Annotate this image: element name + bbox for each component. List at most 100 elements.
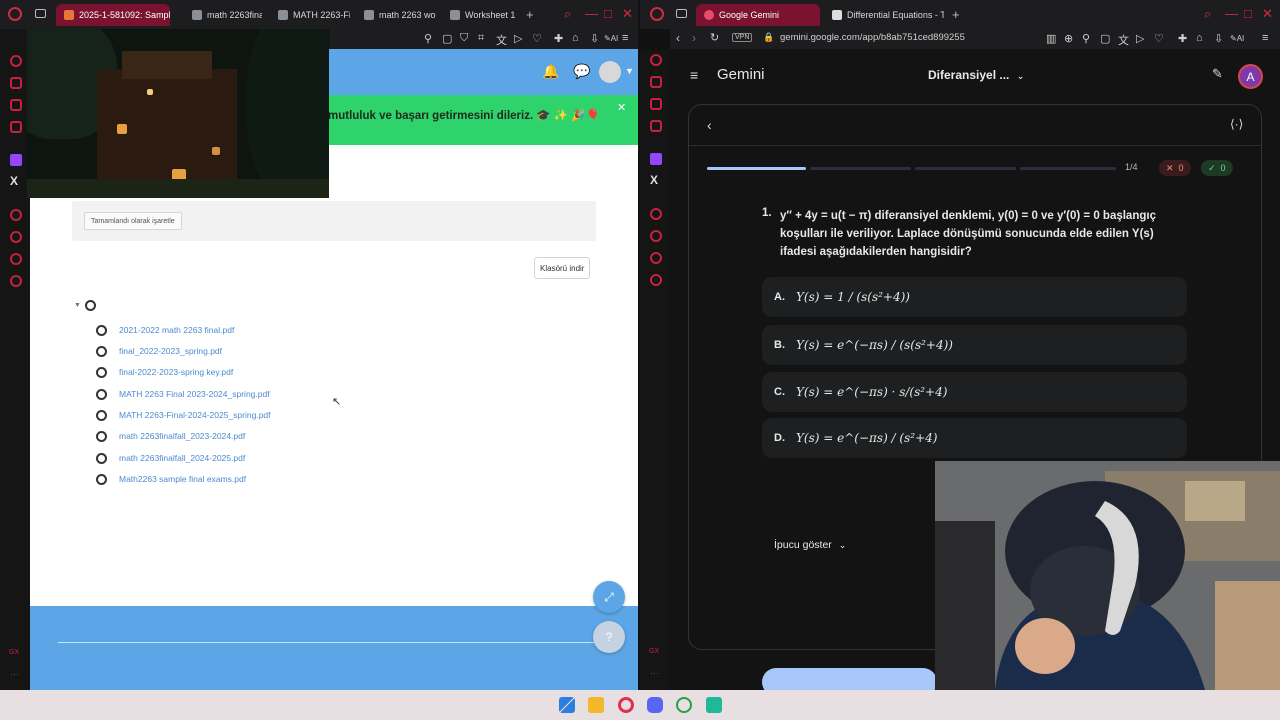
search-icon[interactable]: ⌕	[564, 6, 571, 22]
history-icon[interactable]	[650, 230, 662, 242]
close-icon[interactable]: ✕	[622, 6, 633, 22]
minimize-icon[interactable]: —	[1225, 6, 1238, 21]
maximize-icon[interactable]: □	[1244, 6, 1252, 21]
file-item[interactable]: MATH 2263-Final-2024-2025_spring.pdf	[96, 407, 271, 423]
account-avatar[interactable]: A	[1238, 64, 1263, 89]
translate-icon[interactable]: 文	[496, 32, 507, 48]
ai-icon[interactable]: ✎AI	[604, 34, 618, 43]
player-icon[interactable]	[10, 209, 22, 221]
chat-title-dropdown[interactable]: Diferansiyel ... ⌄	[928, 68, 1024, 82]
answer-option-b[interactable]: B. Y(s) = e^(−πs) / (s(s²+4))	[762, 325, 1187, 365]
play-icon[interactable]: ▷	[1136, 32, 1144, 45]
twitch-icon[interactable]	[10, 154, 22, 166]
show-hint-toggle[interactable]: İpucu göster ⌄	[774, 539, 846, 551]
extensions-icon[interactable]	[10, 253, 22, 265]
menu-icon[interactable]: ≡	[1262, 32, 1268, 44]
wallet-icon[interactable]: ⌂	[1196, 32, 1203, 44]
pin-icon[interactable]: ⚲	[1082, 32, 1090, 45]
notification-bell-icon[interactable]: 🔔	[542, 63, 559, 80]
history-icon[interactable]	[10, 231, 22, 243]
opera-sidebar-icon[interactable]	[650, 54, 662, 66]
extensions-icon[interactable]	[650, 252, 662, 264]
file-item[interactable]: MATH 2263 Final 2023-2024_spring.pdf	[96, 386, 270, 402]
file-link[interactable]: math 2263finalfall_2024-2025.pdf	[119, 453, 245, 463]
file-link[interactable]: Math2263 sample final exams.pdf	[119, 474, 246, 484]
file-item[interactable]: final-2022-2023-spring key.pdf	[96, 364, 233, 380]
gx-corner-icon[interactable]	[650, 76, 662, 88]
hamburger-menu-icon[interactable]: ≡	[690, 67, 698, 83]
shield-icon[interactable]: ⛉	[460, 32, 468, 45]
mail-icon[interactable]	[650, 120, 662, 132]
menu-icon[interactable]: ≡	[622, 32, 628, 44]
tree-collapse-icon[interactable]: ▼	[74, 302, 81, 309]
new-tab-icon[interactable]: +	[526, 7, 534, 22]
x-twitter-icon[interactable]: X	[10, 174, 18, 188]
user-avatar[interactable]	[599, 61, 621, 83]
heart-icon[interactable]: ♡	[1154, 32, 1164, 45]
file-link[interactable]: math 2263finalfall_2023-2024.pdf	[119, 431, 245, 441]
url-field[interactable]: gemini.google.com/app/b8ab751ced899255	[780, 32, 965, 43]
zoom-icon[interactable]: ⊕	[1064, 32, 1073, 45]
minimize-icon[interactable]: —	[585, 6, 598, 21]
extensions-puzzle-icon[interactable]: ✚	[1178, 32, 1187, 45]
forward-icon[interactable]: ›	[692, 31, 696, 45]
file-item[interactable]: math 2263finalfall_2024-2025.pdf	[96, 450, 245, 466]
opera-gx-logo-icon[interactable]	[8, 7, 22, 21]
whatsapp-icon[interactable]	[676, 697, 692, 713]
expand-button[interactable]: ⤢	[593, 581, 625, 613]
file-link[interactable]: final-2022-2023-spring key.pdf	[119, 367, 233, 377]
twitch-sidebar-icon[interactable]	[10, 99, 22, 111]
play-icon[interactable]: ▷	[514, 32, 522, 45]
file-item[interactable]: math 2263finalfall_2023-2024.pdf	[96, 428, 245, 444]
maximize-icon[interactable]: □	[604, 6, 612, 21]
download-folder-button[interactable]: Klasörü indir	[534, 257, 591, 279]
tab-google-gemini[interactable]: Google Gemini	[696, 4, 820, 26]
tab-math-2263-fi[interactable]: MATH 2263-Fi	[270, 4, 350, 26]
mark-as-done-button[interactable]: Tamamlandı olarak işaretle	[84, 212, 182, 230]
more-icon[interactable]: ···	[650, 668, 659, 678]
opera-sidebar-icon[interactable]	[10, 55, 22, 67]
download-icon[interactable]: ⇩	[1214, 32, 1223, 45]
tab-sample-final[interactable]: 2025-1-581092: Sample Fi	[56, 4, 170, 26]
extensions-puzzle-icon[interactable]: ✚	[554, 32, 563, 45]
snapshot-icon[interactable]: ▢	[442, 32, 452, 45]
answer-option-d[interactable]: D. Y(s) = e^(−πs) / (s²+4)	[762, 418, 1187, 458]
file-item[interactable]: 2021-2022 math 2263 final.pdf	[96, 322, 234, 338]
tab-overview-icon[interactable]	[676, 9, 687, 18]
tab-math-2263-wo[interactable]: math 2263 wo	[356, 4, 436, 26]
file-item[interactable]: Math2263 sample final exams.pdf	[96, 471, 246, 487]
file-explorer-icon[interactable]	[588, 697, 604, 713]
ai-icon[interactable]: ✎AI	[1230, 34, 1244, 43]
mail-icon[interactable]	[10, 121, 22, 133]
vpn-badge[interactable]: VPN	[732, 33, 753, 42]
windows-start-icon[interactable]	[559, 697, 575, 713]
reload-icon[interactable]: ↻	[710, 31, 719, 44]
settings-icon[interactable]	[10, 275, 22, 287]
twitch-icon[interactable]	[650, 153, 662, 165]
close-icon[interactable]: ✕	[1262, 6, 1273, 22]
more-icon[interactable]: ···	[10, 669, 19, 679]
file-link[interactable]: MATH 2263 Final 2023-2024_spring.pdf	[119, 389, 270, 399]
app-icon[interactable]	[706, 697, 722, 713]
pin-icon[interactable]: ⚲	[424, 32, 432, 45]
tab-worksheet-1[interactable]: Worksheet 1	[442, 4, 522, 26]
settings-icon[interactable]	[650, 274, 662, 286]
file-item[interactable]: final_2022-2023_spring.pdf	[96, 343, 222, 359]
translate-icon[interactable]: 文	[1118, 32, 1129, 48]
new-tab-icon[interactable]: +	[952, 7, 960, 22]
back-arrow-icon[interactable]: ‹	[707, 117, 712, 133]
lock-icon[interactable]: 🔒	[763, 32, 774, 43]
file-link[interactable]: MATH 2263-Final-2024-2025_spring.pdf	[119, 410, 271, 420]
tab-overview-icon[interactable]	[35, 9, 46, 18]
answer-option-c[interactable]: C. Y(s) = e^(−πs) · s/(s²+4)	[762, 372, 1187, 412]
heart-icon[interactable]: ♡	[532, 32, 542, 45]
help-button[interactable]: ?	[593, 621, 625, 653]
snapshot-icon[interactable]: ▢	[1100, 32, 1110, 45]
opera-gx-icon[interactable]	[618, 697, 634, 713]
discord-icon[interactable]	[647, 697, 663, 713]
crop-icon[interactable]: ⌗	[478, 32, 484, 45]
chevron-down-icon[interactable]: ▼	[625, 66, 634, 76]
answer-option-a[interactable]: A. Y(s) = 1 / (s(s²+4))	[762, 277, 1187, 317]
download-icon[interactable]: ⇩	[590, 32, 599, 45]
player-icon[interactable]	[650, 208, 662, 220]
